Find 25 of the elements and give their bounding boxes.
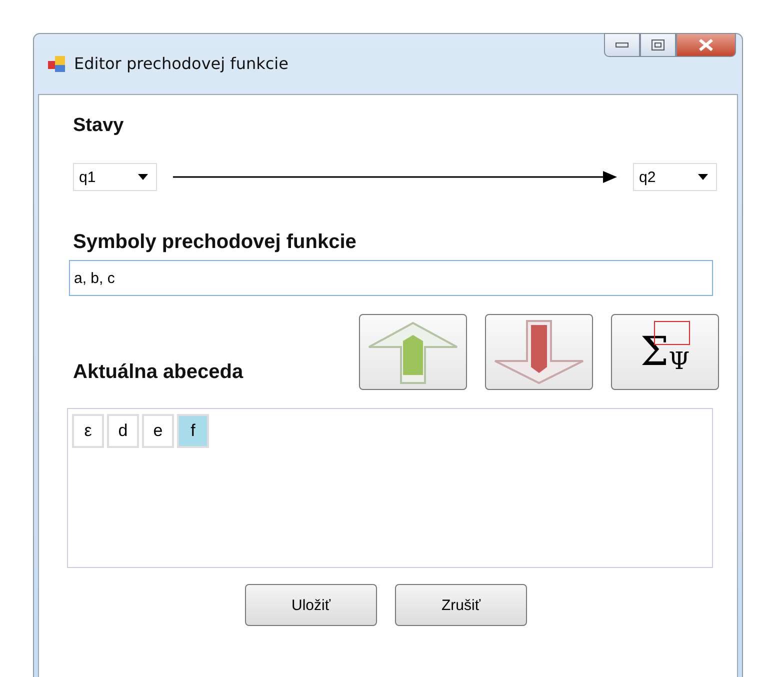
app-icon [48,55,66,73]
caret-icon [138,174,148,180]
maximize-icon [651,39,665,51]
close-button[interactable] [676,33,736,57]
minimize-button[interactable] [604,33,640,57]
close-icon [697,39,715,51]
dialog-button[interactable]: Zrušiť [395,584,527,626]
section-heading: Symboly prechodovej funkcie [73,231,358,254]
symbol-chip[interactable]: f [177,414,209,448]
minimize-icon [615,41,629,49]
symbol-chip[interactable]: e [142,414,174,448]
caret-icon [698,174,708,180]
symbol-chip[interactable]: ε [72,414,104,448]
alphabet-button[interactable]: ΣΨ [611,314,719,390]
window-title: Editor prechodovej funkcie [74,54,288,73]
dialog-button[interactable]: Uložiť [245,584,377,626]
symbols-input-field[interactable]: a, b, c [69,260,713,296]
section-heading: Aktuálna abeceda [73,361,244,384]
from-state-dropdown[interactable]: q1 [73,163,157,191]
section-heading: Stavy [73,115,125,137]
to-state-dropdown[interactable]: q2 [633,163,717,191]
symbol-chip[interactable]: d [107,414,139,448]
up-arrow-button[interactable] [359,314,467,390]
maximize-button[interactable] [640,33,676,57]
down-arrow-button[interactable] [485,314,593,390]
